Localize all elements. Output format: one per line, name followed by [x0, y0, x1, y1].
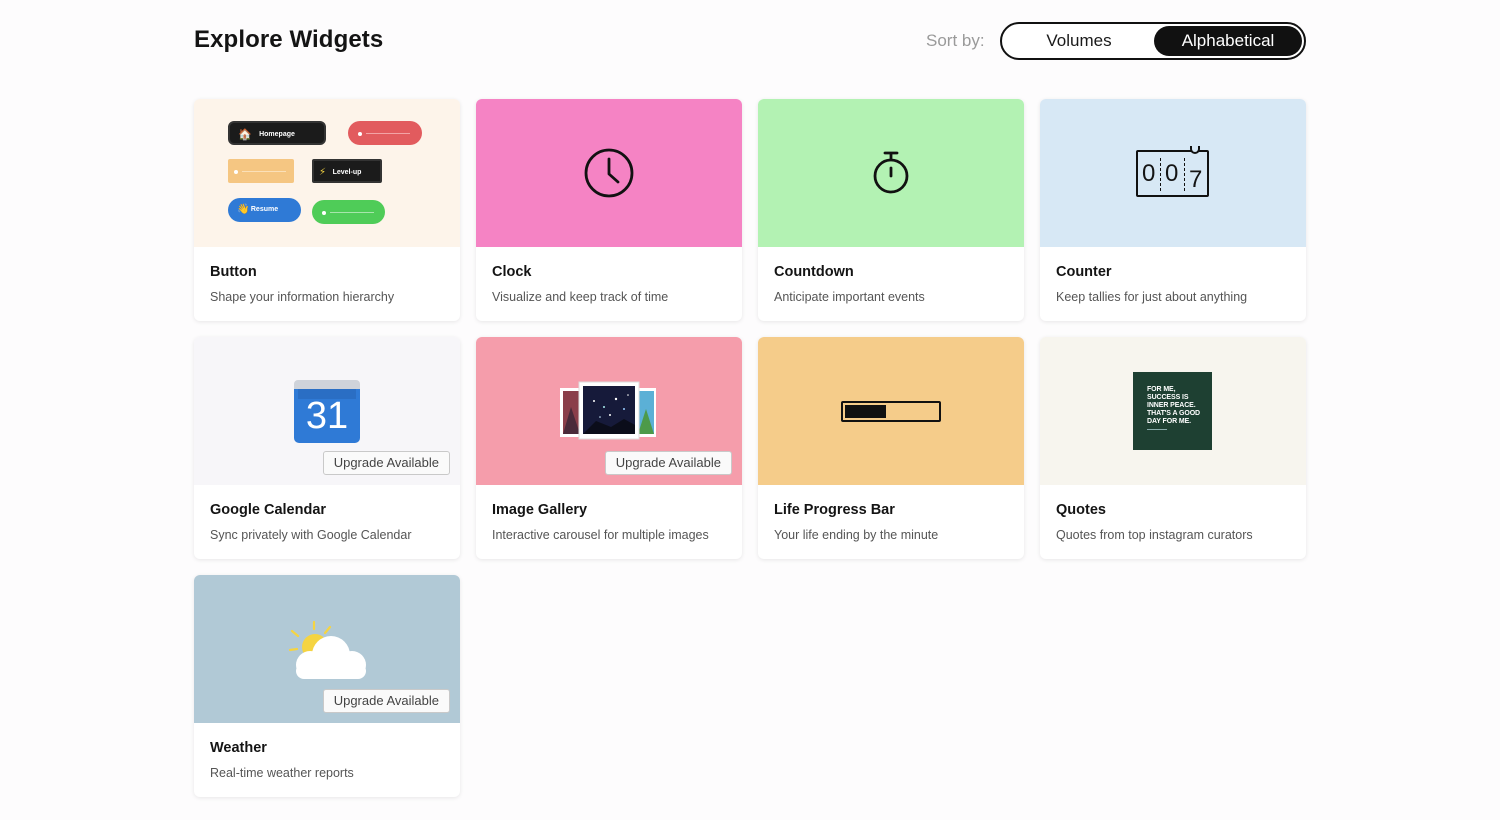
widget-card-google-calendar[interactable]: 31 Upgrade Available Google Calendar Syn… [194, 337, 460, 559]
google-calendar-icon: 31 [294, 380, 360, 443]
card-title: Clock [492, 264, 532, 280]
calendar-date: 31 [305, 395, 349, 437]
counter-digit: 0 [1142, 160, 1156, 187]
card-title: Countdown [774, 264, 854, 280]
widget-card-life-progress-bar[interactable]: Life Progress Bar Your life ending by th… [758, 337, 1024, 559]
clock-preview [476, 99, 742, 247]
quote-card-image: FOR ME, SUCCESS IS INNER PEACE. THAT'S A… [1133, 372, 1212, 450]
card-description: Shape your information hierarchy [210, 290, 395, 304]
button-preview: 🏠 Homepage ⚡ Level-up 👋 Resume [194, 99, 460, 247]
stopwatch-icon [873, 151, 909, 194]
page-title: Explore Widgets [194, 26, 384, 53]
wave-icon: 👋 [237, 204, 250, 215]
google-calendar-preview: 31 Upgrade Available [194, 337, 460, 485]
sort-option-volumes[interactable]: Volumes [1004, 26, 1154, 56]
counter-digit: 0 [1165, 160, 1179, 187]
levelup-label: Level-up [332, 169, 362, 176]
homepage-mini-button: 🏠 Homepage [228, 121, 326, 145]
upgrade-badge[interactable]: Upgrade Available [604, 451, 732, 475]
upgrade-badge[interactable]: Upgrade Available [322, 451, 450, 475]
quote-text: FOR ME, SUCCESS IS INNER PEACE. THAT'S A… [1147, 386, 1200, 425]
card-description: Sync privately with Google Calendar [210, 528, 412, 542]
widget-card-counter[interactable]: 0 0 7 Counter Keep tallies for just abou… [1040, 99, 1306, 321]
homepage-label: Homepage [259, 131, 295, 138]
resume-label: Resume [250, 206, 279, 213]
widget-card-quotes[interactable]: FOR ME, SUCCESS IS INNER PEACE. THAT'S A… [1040, 337, 1306, 559]
lightning-icon: ⚡ [319, 167, 327, 178]
card-description: Real-time weather reports [210, 766, 354, 780]
quotes-preview: FOR ME, SUCCESS IS INNER PEACE. THAT'S A… [1040, 337, 1306, 485]
sort-label: Sort by: [926, 31, 985, 50]
card-title: Weather [210, 740, 267, 756]
card-description: Interactive carousel for multiple images [492, 528, 709, 542]
progress-bar-fill [845, 405, 887, 418]
widget-card-image-gallery[interactable]: Upgrade Available Image Gallery Interact… [476, 337, 742, 559]
weather-preview: Upgrade Available [194, 575, 460, 723]
house-icon: 🏠 [238, 129, 252, 141]
green-mini-button [312, 200, 385, 224]
card-description: Keep tallies for just about anything [1056, 290, 1248, 304]
card-description: Quotes from top instagram curators [1056, 528, 1253, 542]
resume-mini-button: 👋 Resume [228, 198, 301, 222]
counter-preview: 0 0 7 [1040, 99, 1306, 247]
widget-card-countdown[interactable]: Countdown Anticipate important events [758, 99, 1024, 321]
clock-icon [584, 148, 634, 198]
card-description: Anticipate important events [774, 290, 925, 304]
yellow-mini-button [228, 159, 294, 183]
card-description: Visualize and keep track of time [492, 290, 669, 304]
sort-toggle[interactable]: Volumes Alphabetical [1000, 22, 1306, 60]
card-title: Counter [1056, 264, 1112, 280]
counter-icon: 0 0 7 [1136, 146, 1209, 197]
upgrade-badge[interactable]: Upgrade Available [322, 689, 450, 713]
progress-bar-icon [841, 401, 941, 422]
sort-option-alphabetical[interactable]: Alphabetical [1154, 26, 1302, 56]
life-progress-preview [758, 337, 1024, 485]
countdown-preview [758, 99, 1024, 247]
counter-digit: 7 [1189, 166, 1203, 193]
red-mini-button [348, 121, 422, 145]
levelup-mini-button: ⚡ Level-up [312, 159, 382, 183]
card-description: Your life ending by the minute [774, 528, 939, 542]
card-title: Button [210, 264, 257, 280]
card-title: Image Gallery [492, 502, 588, 518]
card-title: Quotes [1056, 502, 1106, 518]
widget-card-clock[interactable]: Clock Visualize and keep track of time [476, 99, 742, 321]
widget-card-weather[interactable]: Upgrade Available Weather Real-time weat… [194, 575, 460, 797]
card-title: Life Progress Bar [774, 502, 895, 518]
image-gallery-preview: Upgrade Available [476, 337, 742, 485]
card-title: Google Calendar [210, 502, 327, 518]
widget-card-button[interactable]: 🏠 Homepage ⚡ Level-up 👋 Resume Button Sh… [194, 99, 460, 321]
